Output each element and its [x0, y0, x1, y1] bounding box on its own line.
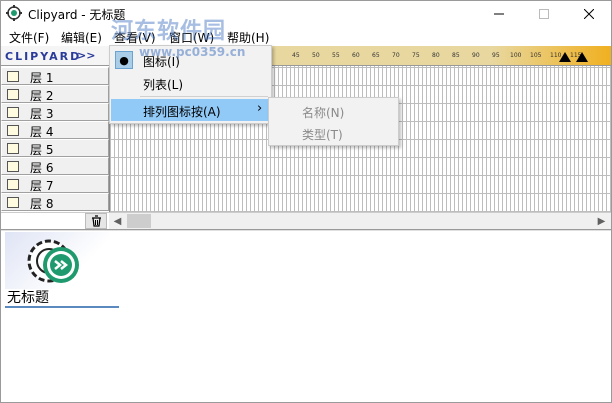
ruler-tick-label: 95: [492, 52, 500, 59]
layer-row[interactable]: 层 5: [1, 139, 109, 157]
layer-label: 层 8: [30, 197, 54, 211]
scroll-right-arrow-icon[interactable]: ▶: [593, 213, 610, 229]
scroll-left-arrow-icon[interactable]: ◀: [109, 213, 126, 229]
layer-label: 层 7: [30, 179, 54, 193]
menu-item-list[interactable]: 列表(L): [111, 72, 270, 94]
layer-label: 层 6: [30, 161, 54, 175]
layer-row[interactable]: 层 8: [1, 193, 109, 211]
maximize-icon: [538, 8, 549, 19]
layer-label: 层 2: [30, 89, 54, 103]
layer-toolbar: [1, 212, 109, 229]
document-item[interactable]: [5, 232, 110, 289]
watermark-text: 河东软件园: [111, 19, 227, 44]
minimize-icon: [493, 13, 504, 14]
menu-item-by-type[interactable]: 类型(T): [302, 126, 343, 143]
radio-check-icon: ●: [115, 51, 133, 69]
submenu-arrow-icon: ›: [257, 101, 263, 116]
ruler-tick-label: 70: [392, 52, 400, 59]
layer-icon: [7, 71, 19, 82]
layer-icon: [7, 125, 19, 136]
layer-icon: [7, 89, 19, 100]
layer-label: 层 1: [30, 71, 54, 85]
ruler-tick-label: 90: [472, 52, 480, 59]
ruler-tick-label: 50: [312, 52, 320, 59]
document-title[interactable]: 无标题: [7, 287, 49, 307]
menu-edit[interactable]: 编辑(E): [61, 29, 102, 46]
close-button[interactable]: [566, 1, 611, 26]
minimize-button[interactable]: [476, 1, 521, 26]
trash-icon: [91, 215, 101, 227]
maximize-button[interactable]: [521, 1, 566, 26]
layer-row[interactable]: 层 4: [1, 121, 109, 139]
layer-row[interactable]: 层 7: [1, 175, 109, 193]
layer-icon: [7, 143, 19, 154]
clipyard-app-icon: [6, 5, 22, 21]
layer-icon: [7, 197, 19, 208]
ruler-tick-label: 105: [530, 52, 542, 59]
clipyard-logo: CLIPYARD: [5, 50, 82, 63]
clipyard-document-icon: [27, 239, 79, 283]
menu-item-arrange-icons[interactable]: 排列图标按(A) ›: [111, 99, 270, 121]
layer-icon: [7, 179, 19, 190]
arrange-submenu: 名称(N) 类型(T): [268, 97, 399, 146]
menu-help[interactable]: 帮助(H): [227, 29, 269, 46]
layer-row[interactable]: 层 3: [1, 103, 109, 121]
ruler-tick-label: 60: [352, 52, 360, 59]
application-window: Clipyard - 无标题 文件(F) 编辑(E) 查看(V) 窗口(W) 帮…: [0, 0, 612, 403]
document-panel: 无标题: [1, 231, 611, 402]
layer-row[interactable]: 层 1: [1, 67, 109, 85]
scrollbar-thumb[interactable]: [127, 214, 151, 228]
layer-list: 层 1 层 2 层 3 层 4 层 5 层 6 层 7 层 8: [1, 66, 109, 212]
ruler-tick-label: 85: [452, 52, 460, 59]
menu-file[interactable]: 文件(F): [9, 29, 49, 46]
horizontal-scrollbar[interactable]: ◀ ▶: [109, 212, 611, 229]
close-icon: [583, 8, 594, 19]
menu-item-label: 列表(L): [143, 78, 184, 92]
ruler-tick-label: 80: [432, 52, 440, 59]
menu-separator: [140, 96, 268, 97]
menu-item-label: 排列图标按(A): [143, 105, 221, 119]
layer-row[interactable]: 层 2: [1, 85, 109, 103]
expand-arrows[interactable]: >>: [77, 49, 95, 62]
layer-label: 层 4: [30, 125, 54, 139]
layer-icon: [7, 161, 19, 172]
trash-button[interactable]: [85, 213, 107, 229]
watermark-url: www.pc0359.cn: [139, 45, 246, 59]
playhead-marker-icon[interactable]: [576, 52, 588, 62]
playhead-marker-icon[interactable]: [559, 52, 571, 62]
ruler-tick-label: 75: [412, 52, 420, 59]
ruler-tick-label: 45: [292, 52, 300, 59]
title-bar: Clipyard - 无标题: [1, 1, 611, 26]
menu-item-by-name[interactable]: 名称(N): [302, 104, 344, 121]
menu-bar: 文件(F) 编辑(E) 查看(V) 窗口(W) 帮助(H): [1, 26, 611, 46]
layer-row[interactable]: 层 6: [1, 157, 109, 175]
layer-label: 层 3: [30, 107, 54, 121]
ruler-tick-label: 65: [372, 52, 380, 59]
layer-icon: [7, 107, 19, 118]
ruler-tick-label: 100: [510, 52, 522, 59]
ruler-tick-label: 55: [332, 52, 340, 59]
document-selection-underline: [5, 306, 119, 308]
layer-label: 层 5: [30, 143, 54, 157]
